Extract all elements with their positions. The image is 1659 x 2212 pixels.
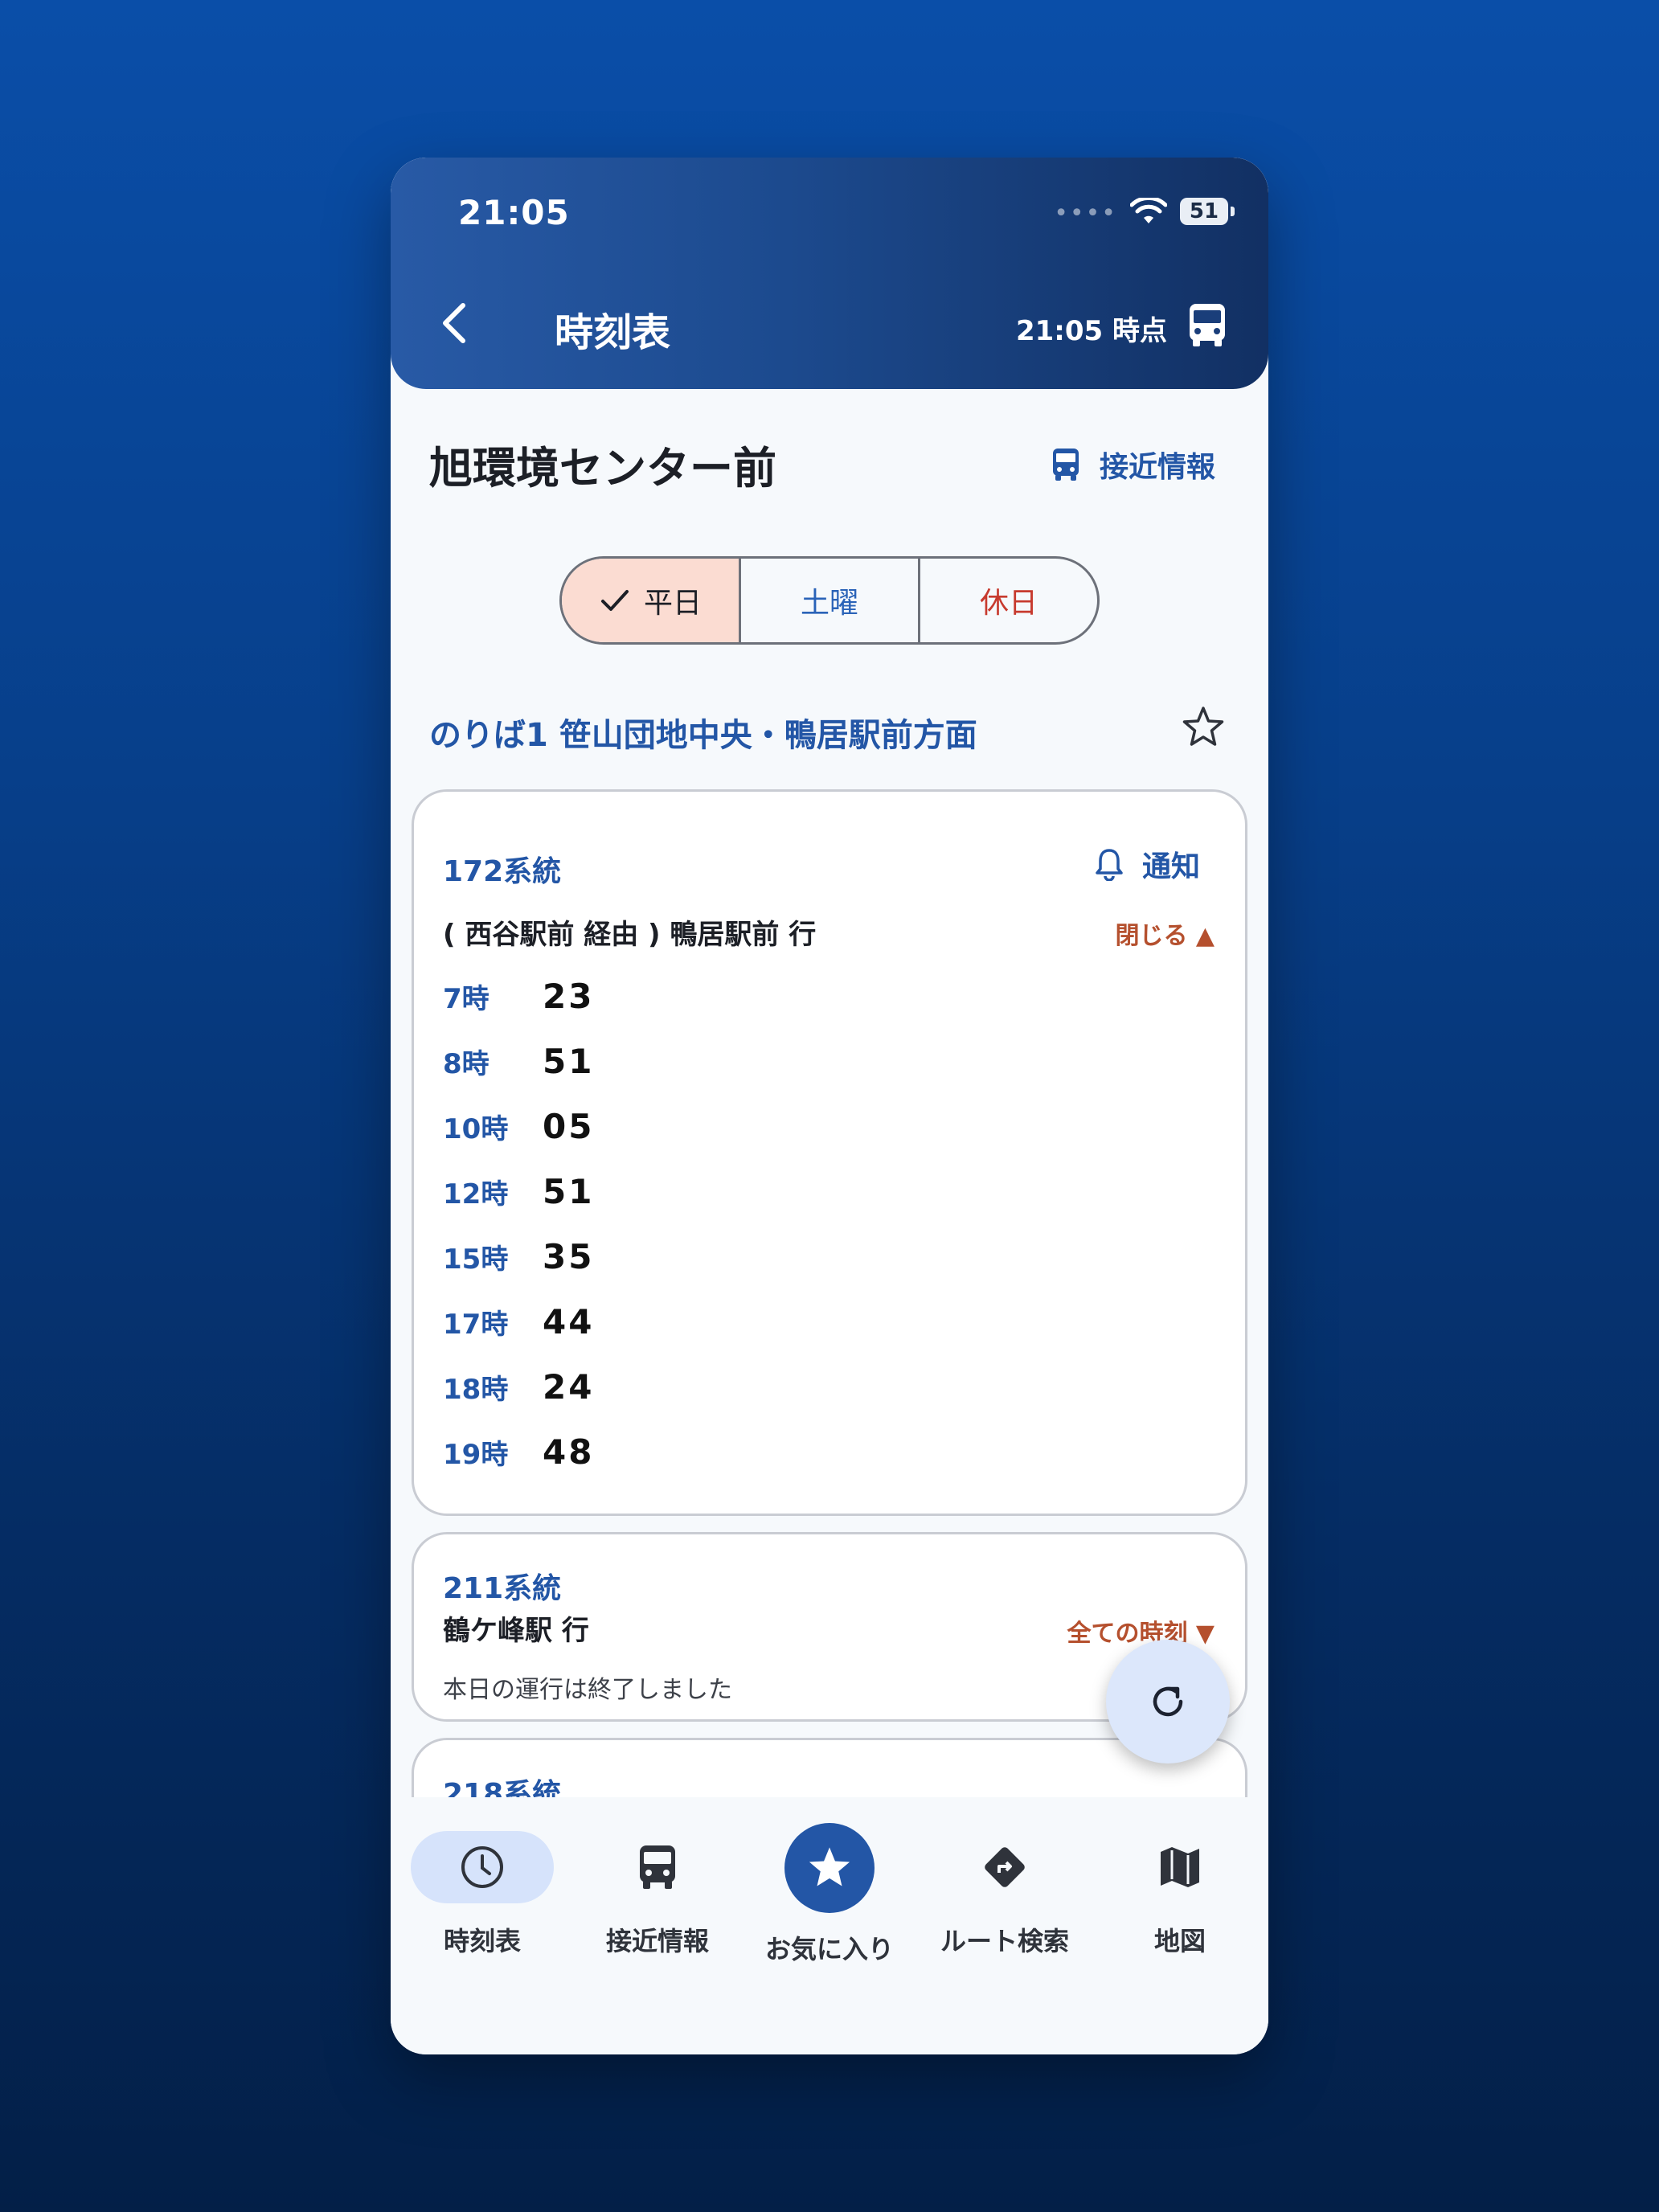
hour-label: 18時 — [443, 1374, 509, 1406]
phone-screen: 21:05 •••• 51 時刻表 21:05 時点 旭環境センター前 接近情報… — [391, 158, 1268, 2054]
nav-approach-label: 接近情報 — [605, 1926, 709, 1956]
bus-icon — [1052, 449, 1079, 481]
time-row: 10時 05 — [443, 1107, 594, 1146]
tab-saturday[interactable]: 土曜 — [739, 559, 918, 642]
service-ended-text: 本日の運行は終了しました — [443, 1676, 732, 1704]
approach-info-link[interactable]: 接近情報 — [1050, 444, 1215, 485]
tab-holiday[interactable]: 休日 — [918, 559, 1097, 642]
check-icon — [600, 590, 629, 611]
map-icon — [1161, 1847, 1199, 1887]
notify-button[interactable]: 通知 — [1094, 843, 1200, 885]
star-icon — [809, 1847, 850, 1886]
nav-route-search[interactable]: ルート検索 — [917, 1797, 1092, 1958]
tab-holiday-label: 休日 — [979, 587, 1038, 620]
departure-minutes: 23 — [543, 977, 595, 1016]
tab-saturday-label: 土曜 — [800, 587, 858, 620]
day-type-selector: 平日 土曜 休日 — [559, 556, 1100, 645]
hour-label: 7時 — [443, 983, 490, 1015]
nav-route-search-indicator — [933, 1831, 1076, 1903]
notify-label: 通知 — [1141, 850, 1200, 883]
hour-label: 17時 — [443, 1309, 509, 1341]
departure-minutes: 51 — [543, 1042, 595, 1081]
platform-direction: のりば1 笹山団地中央・鴨居駅前方面 — [429, 717, 977, 754]
nav-approach-indicator — [586, 1831, 729, 1903]
nav-timetable-label: 時刻表 — [443, 1926, 521, 1956]
route-card-172: 172系統 通知 ( 西谷駅前 経由 ) 鴨居駅前 行 閉じる ▲ 7時 23 … — [412, 789, 1247, 1516]
app-header: 21:05 •••• 51 時刻表 21:05 時点 — [391, 158, 1268, 389]
expand-toggle[interactable]: 全ての時刻 ▼ — [1067, 1613, 1215, 1649]
tab-weekday[interactable]: 平日 — [562, 559, 739, 642]
hour-label: 15時 — [443, 1243, 509, 1276]
nav-route-search-label: ルート検索 — [940, 1926, 1069, 1956]
clock-icon — [461, 1846, 503, 1888]
nav-favorites[interactable]: お気に入り — [742, 1797, 917, 1966]
refresh-button[interactable] — [1106, 1640, 1230, 1763]
time-row: 15時 35 — [443, 1237, 594, 1276]
bus-icon[interactable] — [1183, 301, 1231, 349]
departure-minutes: 44 — [543, 1302, 595, 1342]
directions-icon — [985, 1847, 1025, 1887]
hour-label: 8時 — [443, 1048, 490, 1080]
departure-minutes: 05 — [543, 1107, 595, 1146]
hour-label: 12時 — [443, 1178, 509, 1210]
tab-weekday-label: 平日 — [643, 587, 702, 620]
favorite-star-icon[interactable] — [1180, 704, 1227, 751]
time-row: 12時 51 — [443, 1172, 594, 1211]
time-row: 7時 23 — [443, 977, 594, 1016]
signal-icon: •••• — [1054, 199, 1117, 227]
refresh-icon — [1153, 1686, 1183, 1717]
collapse-toggle[interactable]: 閉じる ▲ — [1115, 916, 1215, 951]
stop-name: 旭環境センター前 — [429, 443, 776, 494]
nav-map[interactable]: 地図 — [1092, 1797, 1268, 1958]
nav-timetable-indicator — [411, 1831, 554, 1903]
route-number: 211系統 — [443, 1572, 562, 1605]
nav-favorites-indicator — [784, 1823, 875, 1913]
status-icons: •••• 51 — [1054, 195, 1235, 227]
departure-minutes: 24 — [543, 1367, 595, 1407]
route-destination: 鶴ケ峰駅 行 — [443, 1615, 589, 1647]
bus-icon — [640, 1845, 675, 1889]
wifi-icon — [1130, 197, 1167, 223]
page-title: 時刻表 — [555, 310, 671, 355]
time-row: 18時 24 — [443, 1367, 594, 1407]
approach-info-label: 接近情報 — [1099, 451, 1215, 484]
battery-icon: 51 — [1180, 197, 1235, 225]
as-of-time: 21:05 時点 — [1015, 315, 1167, 347]
back-arrow-icon[interactable] — [432, 299, 481, 347]
route-number: 172系統 — [443, 855, 562, 888]
nav-map-indicator — [1108, 1831, 1251, 1903]
nav-favorites-label: お気に入り — [764, 1934, 894, 1964]
time-row: 19時 48 — [443, 1432, 594, 1472]
nav-approach[interactable]: 接近情報 — [570, 1797, 745, 1958]
departure-minutes: 35 — [543, 1237, 595, 1276]
bottom-navigation: 時刻表 接近情報 お気に入り ルート検索 地図 — [391, 1797, 1268, 2054]
nav-map-label: 地図 — [1153, 1926, 1206, 1956]
route-destination: ( 西谷駅前 経由 ) 鴨居駅前 行 — [443, 919, 817, 951]
departure-minutes: 48 — [543, 1432, 595, 1472]
nav-timetable[interactable]: 時刻表 — [395, 1797, 570, 1958]
status-time: 21:05 — [458, 193, 570, 232]
departure-minutes: 51 — [543, 1172, 595, 1211]
time-row: 8時 51 — [443, 1042, 594, 1081]
bell-icon — [1096, 849, 1123, 881]
hour-label: 19時 — [443, 1439, 509, 1471]
hour-label: 10時 — [443, 1113, 509, 1145]
time-row: 17時 44 — [443, 1302, 594, 1342]
